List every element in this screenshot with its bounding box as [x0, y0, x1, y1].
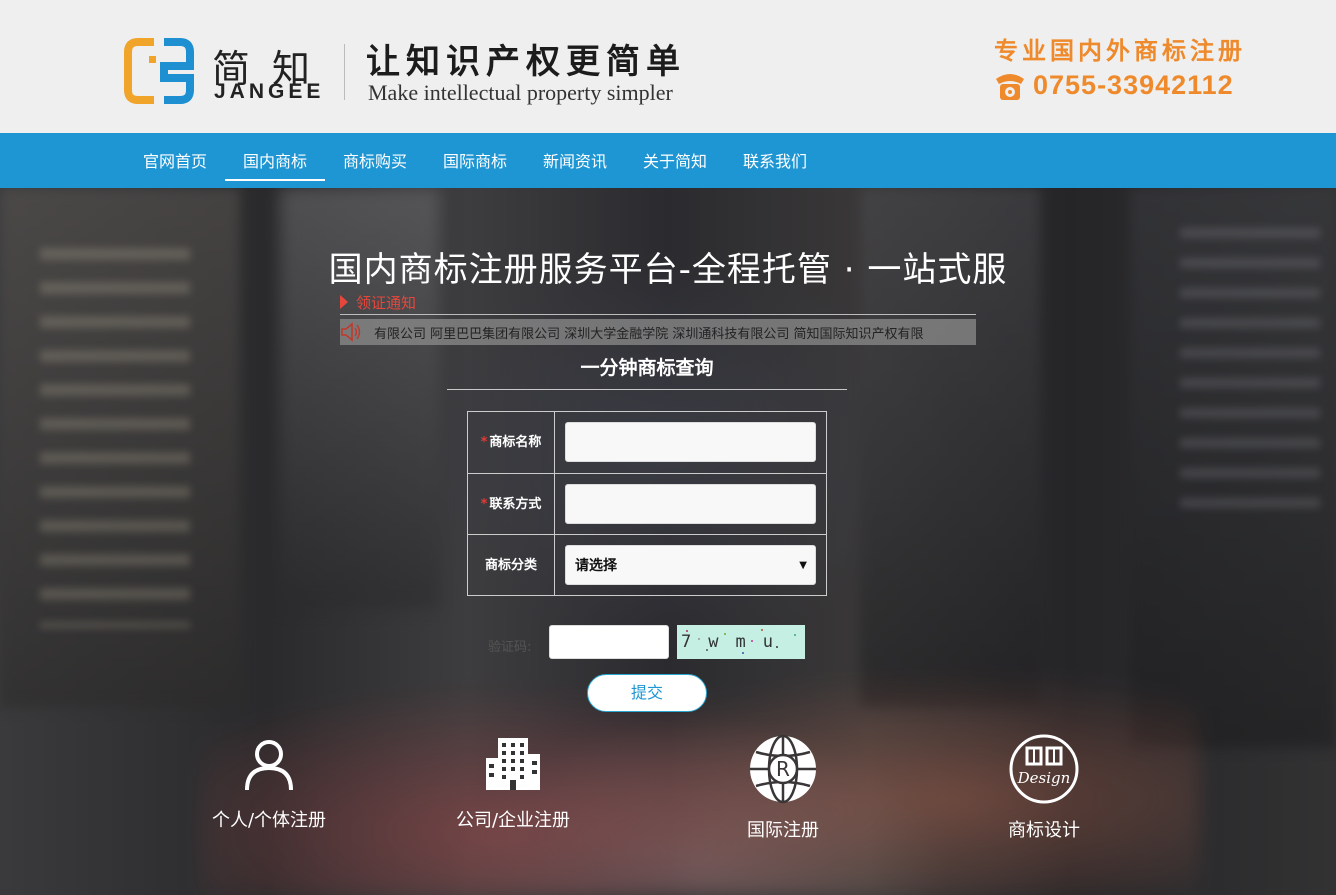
building-icon	[486, 738, 540, 790]
notice-ticker: 有限公司 阿里巴巴集团有限公司 深圳大学金融学院 深圳通科技有限公司 简知国际知…	[340, 319, 976, 345]
main-nav: 官网首页 国内商标 商标购买 国际商标 新闻资讯 关于简知 联系我们	[0, 133, 1336, 188]
form-row-trademark-name: * 商标名称	[468, 412, 826, 473]
feature-label: 国际注册	[747, 820, 819, 841]
nav-item-contact[interactable]: 联系我们	[725, 133, 825, 188]
captcha-input[interactable]	[549, 625, 669, 659]
category-select[interactable]: 请选择 ▼	[565, 545, 816, 585]
logo-english-name: JANGEE	[214, 80, 325, 103]
captcha-image[interactable]: 7wmu	[677, 625, 805, 659]
logo-divider	[344, 44, 345, 100]
globe-registered-icon: R	[750, 734, 816, 804]
notice-divider	[340, 314, 976, 315]
nav-item-buy-trademark[interactable]: 商标购买	[325, 133, 425, 188]
field-label: * 商标名称	[468, 412, 555, 473]
person-icon	[245, 740, 293, 791]
field-label: 商标分类	[468, 535, 555, 596]
feature-label: 个人/个体注册	[211, 810, 327, 831]
caret-down-icon: ▼	[799, 560, 807, 571]
captcha-label: 验证码:	[488, 640, 532, 655]
submit-button[interactable]: 提交	[587, 674, 707, 712]
promo-text: 专业国内外商标注册	[994, 36, 1246, 65]
feature-international-registration[interactable]: R 国际注册	[683, 734, 883, 842]
category-select-value: 请选择	[575, 558, 617, 574]
nav-item-about[interactable]: 关于简知	[625, 133, 725, 188]
nav-item-international-trademark[interactable]: 国际商标	[425, 133, 525, 188]
svg-text:R: R	[776, 757, 790, 781]
jangee-logo-icon[interactable]	[124, 38, 194, 104]
nav-item-domestic-trademark[interactable]: 国内商标	[225, 133, 325, 188]
feature-label: 商标设计	[1008, 820, 1080, 841]
field-label-text: 联系方式	[489, 497, 542, 512]
phone-number[interactable]: 0755-33942112	[1033, 70, 1234, 101]
site-header: 简知 JANGEE 让知识产权更简单 Make intellectual pro…	[0, 0, 1336, 133]
ticker-text: 有限公司 阿里巴巴集团有限公司 深圳大学金融学院 深圳通科技有限公司 简知国际知…	[374, 327, 924, 342]
notice-label-text: 领证通知	[356, 294, 417, 312]
feature-trademark-design[interactable]: Design 商标设计	[944, 734, 1144, 842]
form-title-divider	[447, 389, 847, 390]
form-row-category: 商标分类 请选择 ▼	[468, 534, 826, 596]
required-mark: *	[480, 435, 488, 450]
trademark-name-input[interactable]	[565, 422, 816, 462]
nav-item-news[interactable]: 新闻资讯	[525, 133, 625, 188]
background-street-lights	[200, 568, 1200, 895]
hero-section: 国内商标注册服务平台-全程托管 · 一站式服 领证通知 有限公司 阿里巴巴集团有…	[0, 188, 1336, 895]
field-label: * 联系方式	[468, 474, 555, 535]
contact-input[interactable]	[565, 484, 816, 524]
feature-company-registration[interactable]: 公司/企业注册	[413, 736, 613, 832]
hero-title: 国内商标注册服务平台-全程托管 · 一站式服	[328, 250, 1008, 290]
field-label-text: 商标名称	[489, 435, 542, 450]
design-seal-icon: Design	[1009, 734, 1079, 804]
nav-item-home[interactable]: 官网首页	[125, 133, 225, 188]
background-building	[40, 248, 190, 628]
feature-personal-registration[interactable]: 个人/个体注册	[169, 736, 369, 832]
form-row-contact: * 联系方式	[468, 473, 826, 535]
triangle-right-icon	[340, 295, 348, 309]
notice-label[interactable]: 领证通知	[340, 292, 416, 313]
form-title: 一分钟商标查询	[580, 357, 714, 379]
query-form: * 商标名称 * 联系方式 商标分类 请选择 ▼	[467, 411, 827, 596]
svg-text:Design: Design	[1017, 769, 1071, 787]
captcha-text: 7wmu	[681, 632, 790, 652]
slogan-chinese: 让知识产权更简单	[366, 42, 686, 82]
slogan-english: Make intellectual property simpler	[368, 80, 673, 105]
speaker-icon	[341, 322, 361, 342]
required-mark: *	[480, 497, 488, 512]
feature-label: 公司/企业注册	[455, 810, 571, 831]
telephone-icon	[996, 74, 1024, 100]
